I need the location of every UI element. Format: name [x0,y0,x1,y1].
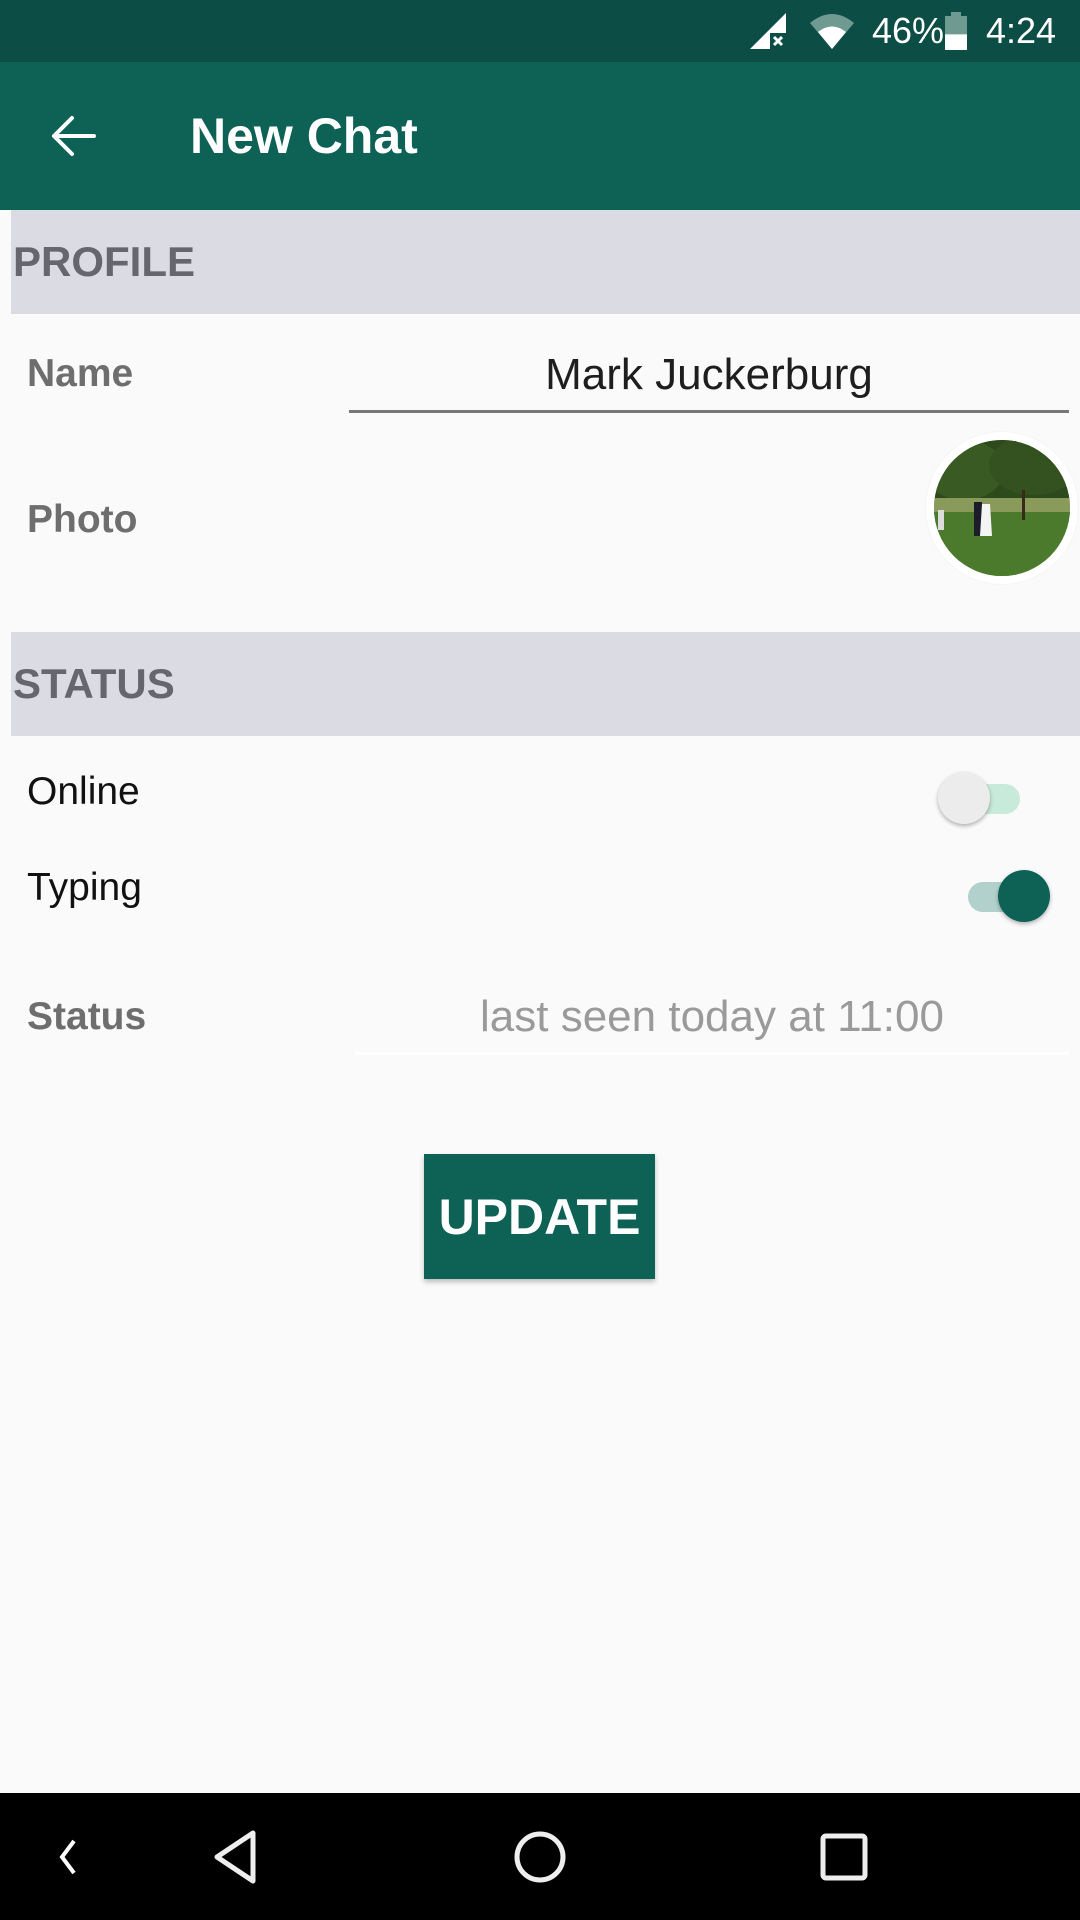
toggle-thumb [938,772,990,824]
name-input[interactable] [349,340,1069,413]
avatar-image [934,440,1070,576]
toggle-thumb [998,870,1050,922]
clock: 4:24 [986,10,1057,51]
online-label: Online [27,770,140,813]
typing-label: Typing [27,866,142,909]
profile-photo[interactable] [926,432,1078,584]
online-toggle[interactable] [938,768,1028,828]
battery-percent: 46% [872,10,945,51]
recents-square-icon [820,1833,868,1881]
nav-recents-button[interactable] [804,1813,884,1901]
status-section-header: STATUS [11,632,1080,736]
navigation-bar [0,1793,1080,1920]
battery-icon [944,0,968,62]
photo-label: Photo [27,498,138,541]
profile-section-header: PROFILE [11,210,1080,314]
wifi-icon [808,0,856,62]
chevron-left-icon [59,1839,76,1875]
back-triangle-icon [214,1830,256,1884]
nav-home-button[interactable] [500,1813,580,1901]
back-button[interactable] [40,106,106,166]
status-section-title: STATUS [13,660,175,707]
collapse-button[interactable] [40,1813,96,1901]
profile-section-title: PROFILE [13,238,196,285]
status-label: Status [27,995,147,1038]
arrow-left-icon [52,116,96,156]
toolbar: New Chat [0,62,1080,210]
typing-toggle[interactable] [960,866,1050,926]
update-button[interactable]: UPDATE [424,1154,655,1279]
status-input[interactable] [355,982,1069,1055]
status-bar: 46% 4:24 [0,0,1080,62]
signal-no-service-icon [748,0,788,62]
name-label: Name [27,352,134,395]
page-title: New Chat [190,108,418,164]
nav-back-button[interactable] [196,1813,276,1901]
home-circle-icon [514,1831,566,1883]
